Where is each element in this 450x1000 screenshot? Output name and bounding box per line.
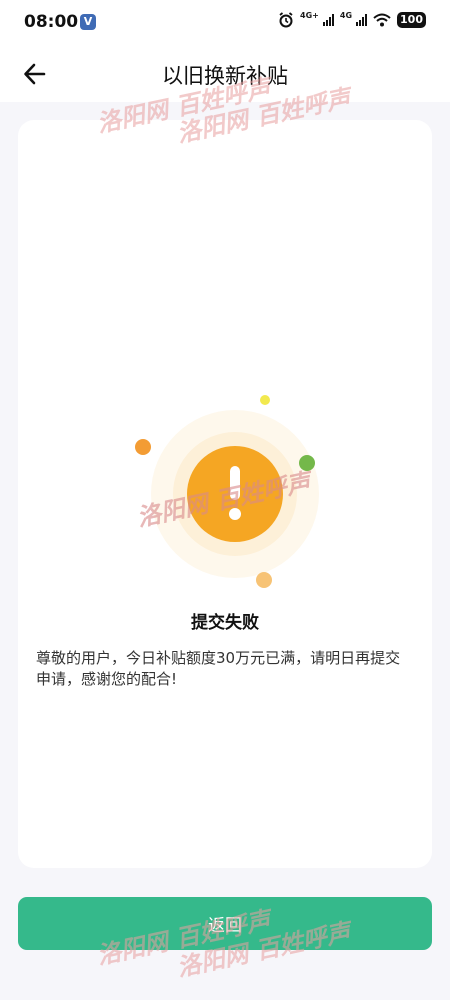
signal-icon: [356, 14, 368, 26]
page-title: 以旧换新补贴: [162, 64, 288, 88]
status-bar: 08:00 V 4G+ 4G 100: [0, 0, 450, 46]
status-time: 08:00: [24, 12, 79, 32]
nav-bar: 以旧换新补贴: [0, 46, 450, 102]
network-type-1: 4G+: [300, 10, 319, 20]
battery-icon: 100: [397, 12, 426, 28]
result-card: 提交失败 尊敬的用户，今日补贴额度30万元已满，请明日再提交申请，感谢您的配合!: [18, 120, 432, 868]
return-button[interactable]: 返回: [18, 897, 432, 950]
result-message: 尊敬的用户，今日补贴额度30万元已满，请明日再提交申请，感谢您的配合!: [36, 649, 401, 688]
wifi-icon: [373, 13, 391, 27]
alarm-icon: [279, 12, 293, 28]
signal-icon: [322, 14, 334, 26]
app-notification-icon: V: [80, 14, 96, 30]
network-type-2: 4G: [339, 10, 353, 20]
warning-illustration: [135, 395, 319, 588]
result-title: 提交失败: [191, 613, 259, 633]
status-indicators: 4G+ 4G 100: [278, 10, 426, 28]
